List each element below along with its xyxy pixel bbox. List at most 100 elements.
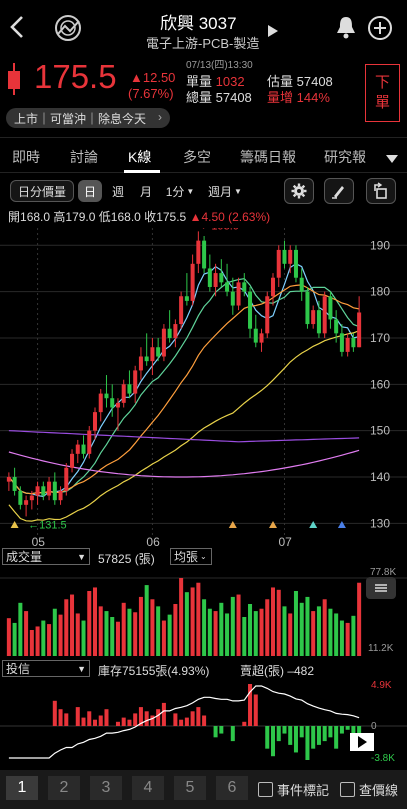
- volume-bar: [202, 599, 207, 656]
- inst-bar: [213, 726, 218, 738]
- inst-bar: [276, 726, 281, 742]
- tab-more-icon[interactable]: [386, 151, 398, 169]
- institutional-chart: [0, 684, 407, 760]
- inst-bar: [270, 726, 276, 757]
- candle-body: [104, 393, 109, 399]
- trend-icon[interactable]: [52, 12, 84, 49]
- candle-body: [47, 481, 52, 496]
- play-arrow-icon[interactable]: [268, 24, 278, 42]
- ma-line-ma120: [8, 449, 360, 478]
- tab-realtime[interactable]: 即時: [12, 147, 40, 167]
- back-icon[interactable]: [8, 14, 26, 45]
- inst-bar: [156, 709, 161, 726]
- volume-bar: [179, 578, 184, 656]
- volume-bar: [270, 587, 276, 656]
- candle-body: [184, 296, 189, 301]
- caret-down-icon: ▼: [77, 663, 86, 674]
- volume-bar: [345, 622, 350, 656]
- rotate-button[interactable]: [366, 178, 396, 204]
- candle-body: [167, 328, 172, 338]
- daily-vol-button[interactable]: 日分價量: [10, 180, 74, 202]
- inst-bar: [322, 726, 327, 742]
- price-tick-label: 150: [370, 424, 390, 438]
- inst-min-label: -3.8K: [371, 753, 395, 764]
- volume-bar: [190, 587, 195, 656]
- price-tick-label: 190: [370, 238, 390, 252]
- volume-bar: [236, 594, 241, 656]
- month-button[interactable]: 月: [134, 180, 158, 202]
- candle-body: [115, 402, 120, 408]
- bell-icon[interactable]: [335, 15, 357, 44]
- tab-bar: 即時 討論 K線 多空 籌碼日報 研究報告: [0, 137, 407, 173]
- inst-bar: [334, 726, 339, 749]
- candle-body: [161, 328, 166, 357]
- candle-body: [35, 486, 40, 496]
- inst-dropdown[interactable]: 投信 ▼: [2, 660, 90, 677]
- volume-bar: [265, 599, 270, 656]
- volume-dropdown[interactable]: 成交量 ▼: [2, 548, 90, 565]
- page-button-3[interactable]: 3: [90, 776, 122, 800]
- volume-bar: [81, 620, 86, 656]
- price-line-checkbox[interactable]: 查價線: [340, 780, 398, 799]
- candle-body: [225, 282, 230, 292]
- candle-body: [202, 240, 207, 269]
- candle-body: [70, 453, 75, 468]
- vol-increase: 量增 144%: [267, 90, 330, 105]
- volume-bar: [316, 606, 321, 656]
- page-button-1[interactable]: 1: [6, 776, 38, 800]
- tab-discussion[interactable]: 討論: [70, 147, 98, 167]
- page-button-5[interactable]: 5: [174, 776, 206, 800]
- play-button[interactable]: [350, 733, 374, 751]
- tab-research[interactable]: 研究報告: [324, 147, 366, 167]
- candle-body: [322, 296, 327, 334]
- volume-bar: [24, 611, 29, 656]
- candle-body: [12, 477, 17, 491]
- event-marker-checkbox[interactable]: 事件標記: [258, 780, 329, 799]
- candle-body: [248, 291, 253, 329]
- inst-bar: [265, 726, 270, 749]
- week-button[interactable]: 週: [106, 180, 130, 202]
- volume-bar: [230, 596, 235, 656]
- volume-bar: [339, 620, 344, 656]
- page-title: 欣興 3037: [160, 14, 237, 33]
- draw-button[interactable]: [324, 178, 354, 204]
- volume-bar: [299, 602, 304, 656]
- page-button-4[interactable]: 4: [132, 776, 164, 800]
- low-annotation: ←131.5: [28, 519, 67, 531]
- inst-bar: [311, 726, 316, 749]
- settings-button[interactable]: [284, 178, 314, 204]
- inst-bar: [305, 726, 310, 760]
- volume-latest: 57825 (張): [98, 552, 155, 566]
- inst-net: 賣超(張) –482: [240, 664, 315, 678]
- page-button-2[interactable]: 2: [48, 776, 80, 800]
- status-badges[interactable]: 上市｜可當沖｜除息今天 ›: [6, 108, 171, 128]
- volume-bar: [334, 613, 339, 656]
- volume-bar: [196, 582, 201, 656]
- candle-body: [150, 347, 155, 362]
- inst-bar: [104, 709, 109, 726]
- volume-chart: [0, 577, 407, 656]
- tab-chip-daily[interactable]: 籌碼日報: [240, 147, 296, 167]
- candlestick-chart[interactable]: 130140150160170180190050607←193.0←131.5: [0, 228, 407, 548]
- avg-lot-dropdown[interactable]: 均張 ⌄: [170, 548, 212, 565]
- inst-bar: [150, 715, 155, 726]
- tab-longshort[interactable]: 多空: [183, 147, 211, 167]
- candle-body: [219, 273, 224, 283]
- order-button[interactable]: 下 單: [365, 64, 400, 122]
- volume-bar: [248, 604, 253, 656]
- candle-body: [288, 249, 293, 264]
- candle-body: [92, 412, 98, 431]
- day-button[interactable]: 日: [78, 180, 102, 202]
- tab-kline[interactable]: K線: [128, 147, 151, 167]
- minute-dropdown[interactable]: 1分 ▼: [162, 180, 198, 202]
- page-button-6[interactable]: 6: [216, 776, 248, 800]
- period-dropdown[interactable]: 週月 ▼: [204, 180, 246, 202]
- add-icon[interactable]: [367, 15, 393, 46]
- bottom-bar: 1 2 3 4 5 6 事件標記 查價線: [0, 770, 407, 809]
- volume-bar: [133, 612, 138, 656]
- price-tick-label: 130: [370, 516, 390, 530]
- volume-min-label: 11.2K: [368, 643, 394, 654]
- inst-bar: [75, 707, 80, 726]
- inst-bar: [190, 711, 195, 726]
- inst-bar: [173, 713, 178, 726]
